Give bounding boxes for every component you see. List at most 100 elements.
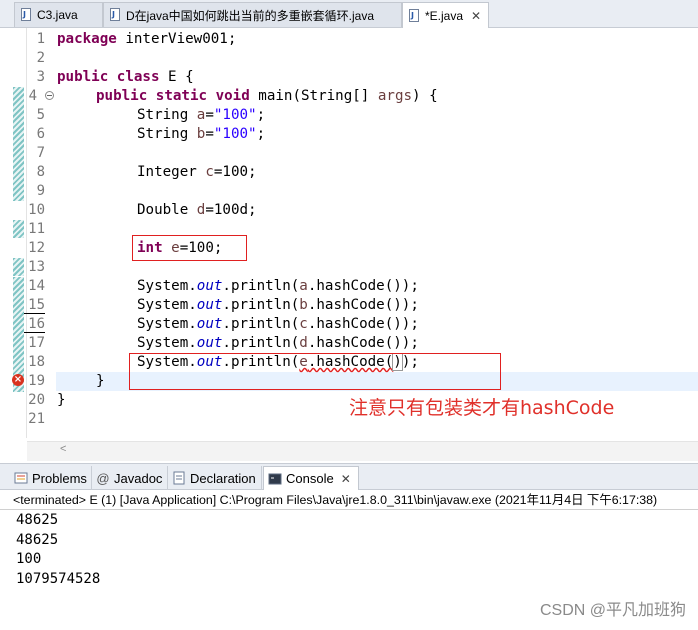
tab-label: Declaration (190, 470, 256, 486)
console-line: 48625 (16, 512, 59, 528)
java-file-icon: J (109, 8, 121, 22)
line-change-underline (24, 313, 45, 314)
code-text: .hashCode()); (307, 278, 419, 294)
tab-d-java[interactable]: J D在java中国如何跳出当前的多重嵌套循环.java (103, 2, 402, 27)
code-text: .println( (222, 297, 300, 313)
code-line: } (96, 373, 105, 389)
tab-declaration[interactable]: Declaration (168, 466, 262, 490)
horizontal-scrollbar[interactable]: < (27, 441, 698, 461)
close-tab-icon[interactable]: ✕ (471, 9, 481, 23)
line-number: 12 (28, 240, 45, 256)
code-line: package interView001; (57, 30, 236, 49)
tab-c3-java[interactable]: J C3.java (14, 2, 103, 27)
static-field: out (196, 297, 223, 313)
code-text: = (205, 126, 214, 142)
code-text: =100d; (205, 202, 257, 218)
line-number: 10 (28, 202, 45, 218)
code-line: public static void main(String[] args) { (96, 87, 438, 106)
code-line: public class E { (57, 68, 194, 87)
code-text: Integer (137, 164, 206, 180)
line-number: 3 (36, 69, 45, 85)
highlight-box-int (132, 235, 247, 261)
tab-label: *E.java (425, 8, 464, 23)
line-change-underline (24, 332, 45, 333)
code-text: ; (256, 107, 266, 123)
code-line: String a="100"; (137, 106, 265, 125)
line-number: 1 (36, 31, 45, 47)
code-text: .println( (222, 316, 300, 332)
static-field: out (196, 278, 223, 294)
code-text: .println( (222, 278, 300, 294)
console-line: 100 (16, 551, 42, 567)
code-text: System. (137, 278, 197, 294)
line-number: 13 (28, 259, 45, 275)
code-line: System.out.println(a.hashCode()); (137, 277, 419, 296)
code-text: main(String[] (249, 88, 378, 104)
tab-e-java[interactable]: J *E.java ✕ (402, 2, 489, 28)
line-number: 6 (36, 126, 45, 142)
line-number: 20 (28, 392, 45, 408)
variable: a (299, 278, 308, 294)
code-text: E { (159, 69, 194, 85)
code-text: System. (137, 316, 197, 332)
variable: args (377, 88, 413, 104)
line-number: 17 (28, 335, 45, 351)
line-number: 18 (28, 354, 45, 370)
code-text: interView001; (116, 31, 237, 47)
console-line: 1079574528 (16, 570, 101, 587)
code-text: .hashCode()); (307, 297, 419, 313)
code-text: = (205, 107, 214, 123)
code-text: String (137, 107, 197, 123)
code-line: Double d=100d; (137, 201, 257, 220)
variable: d (299, 335, 308, 351)
code-text: System. (137, 335, 197, 351)
tab-problems[interactable]: Problems (10, 466, 92, 490)
keyword: public static void (96, 88, 250, 104)
error-icon[interactable]: × (12, 374, 24, 386)
static-field: out (196, 335, 223, 351)
tab-label: Console (286, 471, 334, 486)
console-line: 48625 (16, 531, 59, 548)
code-line: System.out.println(d.hashCode()); (137, 334, 419, 353)
line-number: 8 (36, 164, 45, 180)
string-literal: "100" (213, 107, 257, 123)
code-text: ) { (412, 88, 438, 104)
problems-icon (14, 471, 28, 485)
line-number: 2 (36, 50, 45, 66)
console-icon (268, 472, 282, 486)
java-file-icon: J (20, 8, 32, 22)
code-text: Double (137, 202, 197, 218)
code-text: =100; (213, 164, 257, 180)
console-status: <terminated> E (1) [Java Application] C:… (0, 490, 698, 510)
tab-javadoc[interactable]: @ Javadoc (92, 466, 168, 490)
line-number: 14 (28, 278, 45, 294)
static-field: out (196, 316, 223, 332)
variable: c (205, 164, 214, 180)
variable: b (299, 297, 308, 313)
line-number: 21 (28, 411, 45, 427)
variable: c (299, 316, 308, 332)
code-text: String (137, 126, 197, 142)
line-number: 7 (36, 145, 45, 161)
editor-tab-bar: J C3.java J D在java中国如何跳出当前的多重嵌套循环.java J… (0, 0, 698, 28)
highlight-box-error-line (129, 353, 501, 390)
scroll-left-icon[interactable]: < (60, 443, 66, 455)
close-tab-icon[interactable]: ✕ (341, 472, 351, 486)
console-output[interactable]: 48625 48625 100 1079574528 (16, 511, 100, 589)
keyword: public class (57, 69, 160, 85)
line-number: 11 (28, 221, 45, 237)
tab-label: Problems (32, 470, 87, 486)
code-text: .hashCode()); (307, 316, 419, 332)
annotation-note: 注意只有包装类才有hashCode (349, 397, 615, 419)
line-number: 9 (36, 183, 45, 199)
tab-console[interactable]: Console ✕ (263, 466, 359, 490)
line-number: 4 (28, 88, 37, 104)
code-line: } (57, 392, 66, 408)
tab-label: C3.java (37, 8, 78, 22)
fold-collapse-icon[interactable] (45, 91, 54, 100)
line-number: 5 (36, 107, 45, 123)
java-file-icon: J (408, 8, 420, 23)
code-text: .println( (222, 335, 300, 351)
declaration-icon (172, 471, 186, 485)
watermark: CSDN @平凡加班狗 (539, 602, 686, 619)
